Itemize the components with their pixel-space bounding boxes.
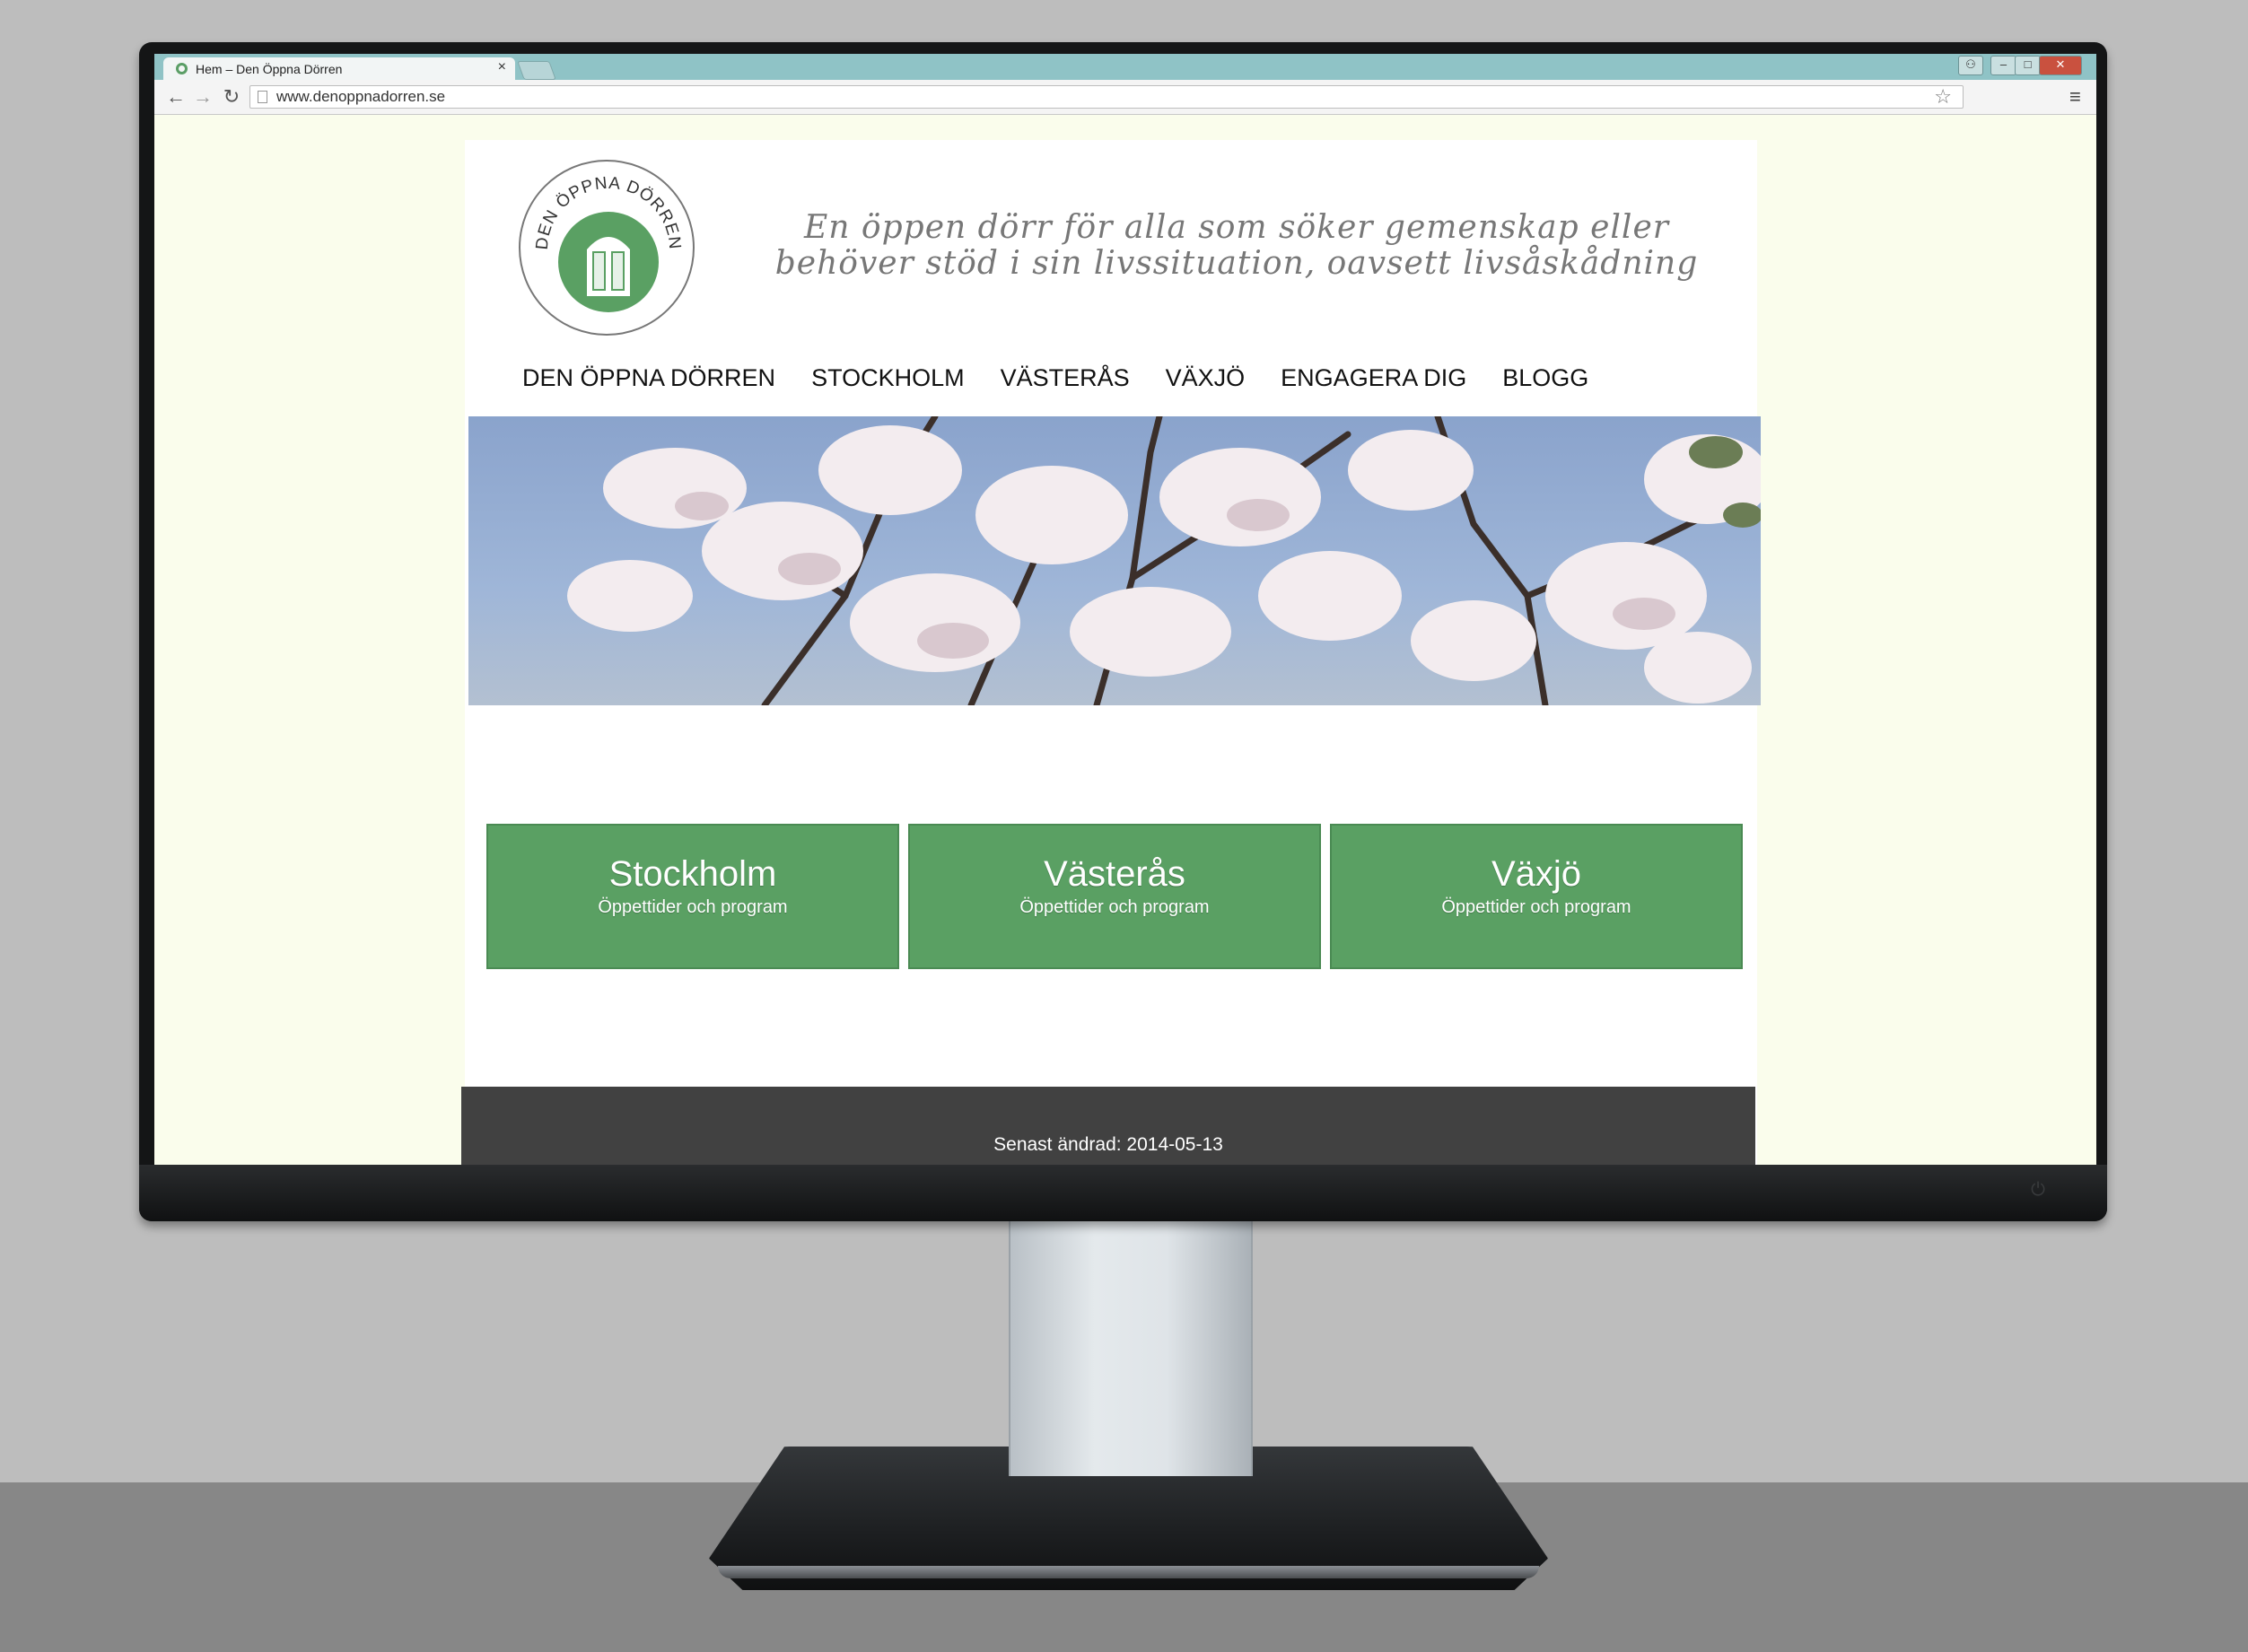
web-viewport: DEN ÖPPNA DÖRREN En öppen dörr för alla …	[154, 115, 2096, 1165]
page-icon	[258, 91, 267, 103]
tagline-line-1: En öppen dörr för alla som söker gemensk…	[804, 209, 1669, 246]
new-tab-button[interactable]	[517, 61, 556, 80]
monitor-stand-neck	[1009, 1202, 1253, 1476]
site-tagline: En öppen dörr för alla som söker gemensk…	[770, 210, 1703, 282]
card-subtitle: Öppettider och program	[598, 897, 788, 917]
nav-item-stockholm[interactable]: STOCKHOLM	[811, 364, 965, 392]
hero-image-blossoms	[468, 416, 1761, 705]
favicon-icon	[176, 63, 188, 74]
browser-tab[interactable]: Hem – Den Öppna Dörren ×	[163, 57, 515, 80]
monitor-screen: Hem – Den Öppna Dörren × ⚇ – □ ✕ ← → ↻ w…	[154, 54, 2096, 1165]
maximize-button[interactable]: □	[2015, 56, 2041, 75]
close-icon[interactable]: ×	[498, 59, 506, 75]
site-footer: Senast ändrad: 2014-05-13	[461, 1087, 1755, 1165]
site-page: DEN ÖPPNA DÖRREN En öppen dörr för alla …	[461, 140, 1761, 1165]
browser-titlebar: Hem – Den Öppna Dörren × ⚇ – □ ✕	[154, 54, 2096, 80]
monitor-chin	[139, 1165, 2107, 1221]
minimize-button[interactable]: –	[1990, 56, 2016, 75]
hamburger-menu-icon[interactable]: ≡	[2069, 84, 2081, 109]
reload-icon[interactable]: ↻	[219, 84, 244, 109]
card-vaxjo[interactable]: Växjö Öppettider och program	[1330, 824, 1743, 969]
star-icon[interactable]: ☆	[1934, 86, 1952, 108]
monitor-stand-base-edge	[718, 1566, 1539, 1578]
card-title: Stockholm	[608, 854, 777, 894]
url-text[interactable]: www.denoppnadorren.se	[276, 88, 445, 106]
card-title: Växjö	[1491, 854, 1582, 894]
card-subtitle: Öppettider och program	[1019, 897, 1210, 917]
arrow-right-icon[interactable]: →	[190, 84, 215, 109]
location-cards: Stockholm Öppettider och program Västerå…	[486, 824, 1743, 969]
nav-item-den-oppna-dorren[interactable]: DEN ÖPPNA DÖRREN	[522, 364, 775, 392]
card-stockholm[interactable]: Stockholm Öppettider och program	[486, 824, 899, 969]
nav-item-vaxjo[interactable]: VÄXJÖ	[1166, 364, 1246, 392]
power-icon[interactable]: ⏻	[2028, 1180, 2048, 1200]
user-icon[interactable]: ⚇	[1958, 56, 1983, 75]
card-title: Västerås	[1044, 854, 1185, 894]
card-vasteras[interactable]: Västerås Öppettider och program	[908, 824, 1321, 969]
browser-toolbar: ← → ↻ www.denoppnadorren.se ☆ ≡	[154, 80, 2096, 115]
card-subtitle: Öppettider och program	[1441, 897, 1631, 917]
tagline-line-2: behöver stöd i sin livssituation, oavset…	[774, 245, 1699, 282]
address-bar[interactable]: www.denoppnadorren.se ☆	[249, 85, 1964, 109]
tab-title: Hem – Den Öppna Dörren	[196, 61, 343, 76]
nav-item-engagera-dig[interactable]: ENGAGERA DIG	[1281, 364, 1466, 392]
nav-item-vasteras[interactable]: VÄSTERÅS	[1001, 364, 1130, 392]
close-window-button[interactable]: ✕	[2039, 56, 2082, 75]
arrow-left-icon[interactable]: ←	[163, 84, 188, 109]
main-navigation: DEN ÖPPNA DÖRREN STOCKHOLM VÄSTERÅS VÄXJ…	[522, 364, 1588, 392]
last-modified-text: Senast ändrad: 2014-05-13	[993, 1134, 1223, 1155]
site-logo[interactable]: DEN ÖPPNA DÖRREN	[519, 160, 695, 336]
nav-item-blogg[interactable]: BLOGG	[1502, 364, 1588, 392]
